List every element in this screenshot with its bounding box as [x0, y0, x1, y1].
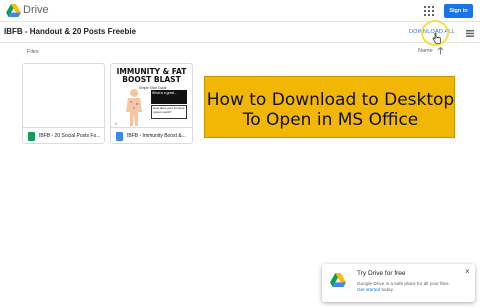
file-card-sheet[interactable]: IBFB - 20 Social Posts Fo...: [22, 63, 105, 144]
thumbnail-headline-line-2: BOOST BLAST: [122, 75, 181, 84]
instruction-banner: How to Download to Desktop To Open in MS…: [204, 76, 455, 138]
toast-title: Try Drive for free: [357, 270, 406, 277]
toast-body-suffix: today.: [380, 287, 394, 292]
file-thumbnail-blank: [23, 64, 104, 127]
apps-grid-icon[interactable]: [423, 5, 435, 17]
file-name: IBFB - Immunity Boost &...: [127, 133, 186, 139]
hand-cursor-icon: [432, 33, 441, 44]
file-thumbnail-flyer: IMMUNITY & FAT BOOST BLAST Simple Short …: [111, 64, 192, 127]
google-drive-logo-icon: [330, 273, 346, 287]
get-started-link[interactable]: Get started: [357, 287, 380, 292]
thumbnail-info-box: What is a great...: [151, 90, 187, 104]
top-bar: Drive Sign in: [0, 0, 480, 22]
try-drive-toast: Try Drive for free Google Drive is a saf…: [322, 264, 475, 302]
google-drive-logo-icon[interactable]: [6, 4, 21, 17]
title-bar: IBFB - Handout & 20 Posts Freebie DOWNLO…: [0, 22, 480, 43]
human-figure-illustration: [126, 89, 142, 126]
sort-by-name-button[interactable]: Name: [418, 48, 433, 54]
close-icon[interactable]: ×: [465, 268, 470, 276]
arrow-up-icon[interactable]: [437, 47, 444, 55]
thumbnail-headline: IMMUNITY & FAT BOOST BLAST: [115, 68, 188, 84]
banner-line-2: To Open in MS Office: [242, 110, 419, 130]
banner-line-1: How to Download to Desktop: [206, 90, 455, 110]
file-card-doc[interactable]: IMMUNITY & FAT BOOST BLAST Simple Short …: [110, 63, 193, 144]
sign-in-button[interactable]: Sign in: [444, 4, 473, 18]
list-view-icon[interactable]: [466, 30, 474, 37]
folder-title: IBFB - Handout & 20 Posts Freebie: [4, 27, 137, 36]
files-section-label: Files: [27, 49, 39, 55]
thumbnail-footer: ©: [115, 122, 118, 126]
file-name: IBFB - 20 Social Posts Fo...: [39, 133, 101, 139]
brand-name: Drive: [23, 4, 49, 16]
file-card-footer: IBFB - Immunity Boost &...: [111, 127, 192, 143]
toast-body: Google Drive is a safe place for all you…: [357, 281, 450, 293]
thumbnail-info-box-2: How does your immune system work?: [151, 105, 187, 119]
docs-file-icon: [116, 132, 123, 141]
toast-body-line-1: Google Drive is a safe place for all you…: [357, 281, 450, 286]
sheets-file-icon: [28, 132, 35, 141]
file-card-footer: IBFB - 20 Social Posts Fo...: [23, 127, 104, 143]
